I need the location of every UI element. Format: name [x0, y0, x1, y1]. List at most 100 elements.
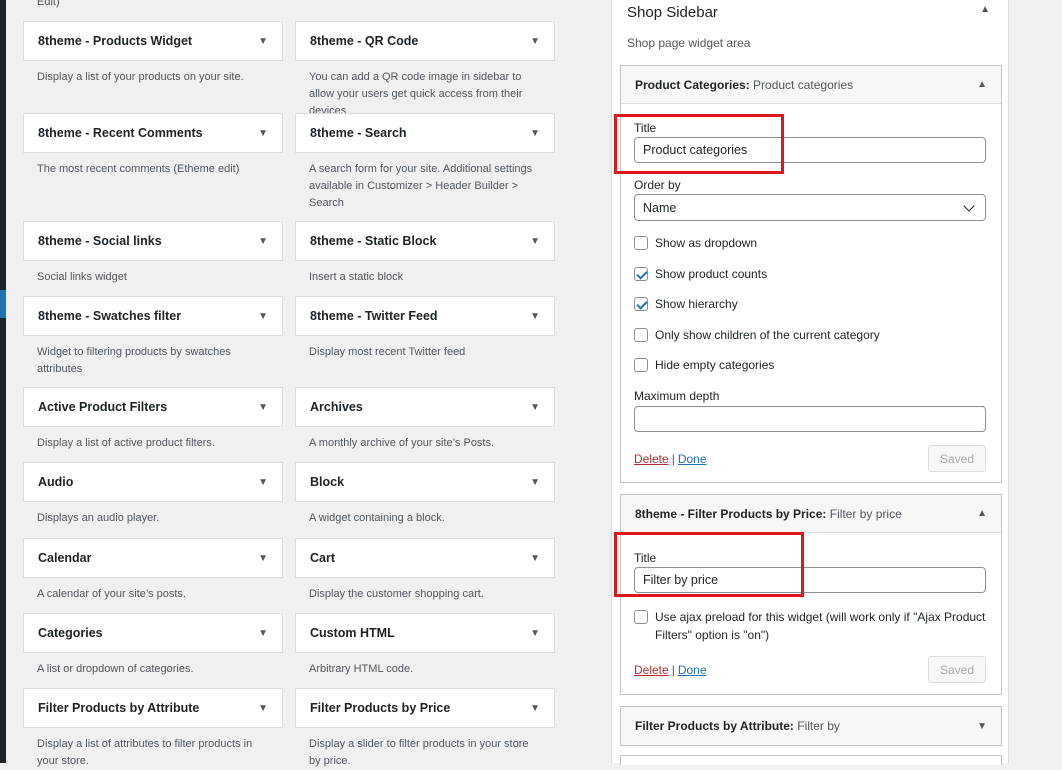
sidebar-title: Shop Sidebar — [627, 4, 718, 21]
delete-link[interactable]: Delete — [634, 452, 669, 466]
widget-header[interactable]: Filter Products by Attribute: Filter by … — [621, 707, 1001, 745]
delete-link[interactable]: Delete — [634, 663, 669, 677]
saved-button[interactable]: Saved — [927, 656, 986, 683]
widget-header[interactable]: 8theme - Filter Products by Price: Filte… — [621, 495, 1001, 533]
widget-description: Display a slider to filter products in y… — [309, 738, 529, 767]
widget-header[interactable]: Product Categories: Product categories ▲ — [621, 66, 1001, 104]
widget-products[interactable]: 8theme - Products Widget ▼ Display a list… — [23, 21, 283, 113]
widget-title-bar[interactable]: 8theme - QR Code ▼ — [295, 21, 555, 61]
caret-down-icon[interactable]: ▼ — [530, 628, 540, 639]
widget-description: The most recent comments (Etheme edit) — [37, 163, 240, 175]
widget-categories[interactable]: Categories ▼ A list or dropdown of catego… — [23, 613, 283, 688]
widget-qr-code[interactable]: 8theme - QR Code ▼ You can add a QR code … — [295, 21, 555, 117]
widget-description: Display a list of attributes to filter p… — [37, 738, 253, 767]
widget-title-bar[interactable]: Calendar ▼ — [23, 538, 283, 578]
widget-title-bar[interactable]: 8theme - Search ▼ — [295, 113, 555, 153]
separator: | — [671, 451, 675, 466]
widget-description: Displays an audio player. — [37, 512, 160, 524]
widget-description: Display a list of active product filters… — [37, 437, 215, 449]
caret-down-icon[interactable]: ▼ — [530, 553, 540, 564]
checkbox[interactable] — [634, 328, 648, 342]
widget-calendar[interactable]: Calendar ▼ A calendar of your site’s post… — [23, 538, 283, 613]
widget-title-bar[interactable]: 8theme - Swatches filter ▼ — [23, 296, 283, 336]
caret-down-icon[interactable]: ▼ — [258, 128, 268, 139]
widget-archives[interactable]: Archives ▼ A monthly archive of your site… — [295, 387, 555, 462]
widget-title-bar[interactable]: 8theme - Recent Comments ▼ — [23, 113, 283, 153]
widget-title-bar[interactable]: Filter Products by Price ▼ — [295, 688, 555, 728]
widget-static-block[interactable]: 8theme - Static Block ▼ Insert a static b… — [295, 221, 555, 296]
next-widget-edge — [620, 755, 1002, 765]
checkbox-only-children[interactable]: Only show children of the current catego… — [634, 328, 880, 342]
widget-instance-title: Product categories — [753, 77, 854, 92]
widget-active-filters[interactable]: Active Product Filters ▼ Display a list o… — [23, 387, 283, 462]
checkbox[interactable] — [634, 358, 648, 372]
checkbox[interactable] — [634, 236, 648, 250]
checkbox-label: Show hierarchy — [655, 297, 738, 311]
caret-down-icon[interactable]: ▼ — [530, 128, 540, 139]
widget-title-bar[interactable]: Block ▼ — [295, 462, 555, 502]
widget-description: A list or dropdown of categories. — [37, 663, 194, 675]
widget-title-bar[interactable]: Active Product Filters ▼ — [23, 387, 283, 427]
checkbox-label: Use ajax preload for this widget (will w… — [655, 610, 986, 642]
caret-up-icon[interactable]: ▲ — [977, 508, 987, 519]
widget-recent-comments[interactable]: 8theme - Recent Comments ▼ The most recen… — [23, 113, 283, 221]
max-depth-input[interactable] — [634, 406, 986, 432]
caret-down-icon[interactable]: ▼ — [258, 553, 268, 564]
widget-search[interactable]: 8theme - Search ▼ A search form for your … — [295, 113, 555, 221]
widget-custom-html[interactable]: Custom HTML ▼ Arbitrary HTML code. — [295, 613, 555, 688]
caret-down-icon[interactable]: ▼ — [258, 236, 268, 247]
clipped-description: Edit) — [37, 0, 60, 8]
caret-down-icon[interactable]: ▼ — [977, 721, 987, 732]
caret-up-icon[interactable]: ▲ — [977, 79, 987, 90]
widget-description: Social links widget — [37, 271, 127, 283]
widget-cart[interactable]: Cart ▼ Display the customer shopping cart… — [295, 538, 555, 613]
caret-down-icon[interactable]: ▼ — [530, 402, 540, 413]
caret-down-icon[interactable]: ▼ — [258, 36, 268, 47]
checkbox[interactable] — [634, 297, 648, 311]
widget-title-bar[interactable]: Archives ▼ — [295, 387, 555, 427]
caret-down-icon[interactable]: ▼ — [258, 477, 268, 488]
done-link[interactable]: Done — [678, 663, 707, 677]
caret-down-icon[interactable]: ▼ — [258, 402, 268, 413]
caret-down-icon[interactable]: ▼ — [258, 703, 268, 714]
caret-down-icon[interactable]: ▼ — [258, 311, 268, 322]
widget-title-bar[interactable]: Filter Products by Attribute ▼ — [23, 688, 283, 728]
done-link[interactable]: Done — [678, 452, 707, 466]
checkbox[interactable] — [634, 267, 648, 281]
widget-social-links[interactable]: 8theme - Social links ▼ Social links widg… — [23, 221, 283, 296]
checkbox-ajax-preload[interactable]: Use ajax preload for this widget (will w… — [634, 608, 986, 644]
widget-description: A widget containing a block. — [309, 512, 445, 524]
widget-swatches-filter[interactable]: 8theme - Swatches filter ▼ Widget to filt… — [23, 296, 283, 387]
caret-down-icon[interactable]: ▼ — [258, 628, 268, 639]
widget-description: A search form for your site. Additional … — [309, 163, 533, 209]
caret-up-icon[interactable]: ▲ — [980, 4, 990, 15]
checkbox-label: Only show children of the current catego… — [655, 328, 880, 342]
checkbox-hide-empty[interactable]: Hide empty categories — [634, 358, 774, 372]
caret-down-icon[interactable]: ▼ — [530, 36, 540, 47]
widget-name: Product Categories: — [635, 77, 750, 92]
filter-by-attribute-widget[interactable]: Filter Products by Attribute: Filter by … — [620, 706, 1002, 746]
widget-filter-attribute[interactable]: Filter Products by Attribute ▼ Display a … — [23, 688, 283, 768]
widget-title-bar[interactable]: Cart ▼ — [295, 538, 555, 578]
widget-title-bar[interactable]: 8theme - Twitter Feed ▼ — [295, 296, 555, 336]
widget-filter-price[interactable]: Filter Products by Price ▼ Display a slid… — [295, 688, 555, 768]
widget-audio[interactable]: Audio ▼ Displays an audio player. — [23, 462, 283, 538]
widget-title-bar[interactable]: Audio ▼ — [23, 462, 283, 502]
caret-down-icon[interactable]: ▼ — [530, 703, 540, 714]
checkbox-show-dropdown[interactable]: Show as dropdown — [634, 236, 757, 250]
checkbox-show-hierarchy[interactable]: Show hierarchy — [634, 297, 738, 311]
orderby-select[interactable]: Name — [634, 194, 986, 221]
widget-title-bar[interactable]: 8theme - Static Block ▼ — [295, 221, 555, 261]
widget-title-bar[interactable]: 8theme - Products Widget ▼ — [23, 21, 283, 61]
widget-title-bar[interactable]: 8theme - Social links ▼ — [23, 221, 283, 261]
checkbox-show-counts[interactable]: Show product counts — [634, 267, 767, 281]
widget-title-bar[interactable]: Categories ▼ — [23, 613, 283, 653]
caret-down-icon[interactable]: ▼ — [530, 477, 540, 488]
caret-down-icon[interactable]: ▼ — [530, 311, 540, 322]
saved-button[interactable]: Saved — [927, 445, 986, 472]
widget-block[interactable]: Block ▼ A widget containing a block. — [295, 462, 555, 538]
caret-down-icon[interactable]: ▼ — [530, 236, 540, 247]
checkbox[interactable] — [634, 610, 648, 624]
widget-title-bar[interactable]: Custom HTML ▼ — [295, 613, 555, 653]
widget-twitter-feed[interactable]: 8theme - Twitter Feed ▼ Display most rece… — [295, 296, 555, 387]
